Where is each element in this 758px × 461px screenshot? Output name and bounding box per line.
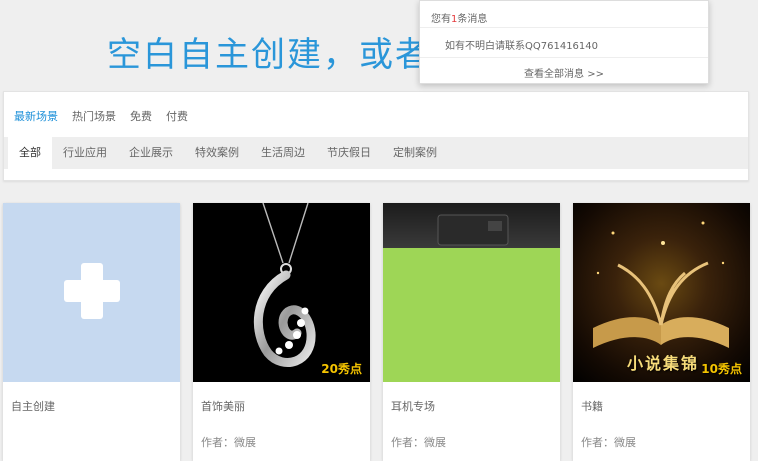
category-effects[interactable]: 特效案例 <box>184 137 250 169</box>
device-photo-strip <box>383 203 560 248</box>
notification-dropdown: 您有1条消息 如有不明白请联系QQ761416140 查看全部消息 >> <box>419 0 709 84</box>
tab-free[interactable]: 免费 <box>130 108 152 124</box>
book-title: 小说集锦 <box>627 354 700 373</box>
card-title: 书籍 <box>581 400 603 413</box>
category-tabs: 全部 行业应用 企业展示 特效案例 生活周边 节庆假日 定制案例 <box>4 137 748 169</box>
necklace-image <box>253 203 316 367</box>
category-holiday[interactable]: 节庆假日 <box>316 137 382 169</box>
price-badge: 20秀点 <box>321 362 362 376</box>
card-author: 作者：微展 <box>391 436 446 449</box>
notification-suffix: 条消息 <box>457 14 488 25</box>
card-author: 作者：微展 <box>201 436 256 449</box>
notification-item[interactable]: 如有不明白请联系QQ761416140 <box>420 27 708 58</box>
card-author: 作者：微展 <box>581 436 636 449</box>
tab-latest[interactable]: 最新场景 <box>14 108 58 124</box>
card-title: 首饰美丽 <box>201 400 245 413</box>
category-life[interactable]: 生活周边 <box>250 137 316 169</box>
card-title: 自主创建 <box>11 400 55 413</box>
category-all[interactable]: 全部 <box>8 137 52 169</box>
create-blank-card[interactable]: 自主创建 <box>3 203 180 461</box>
category-custom[interactable]: 定制案例 <box>382 137 448 169</box>
template-card-books[interactable]: 小说集锦 10秀点 书籍 作者：微展 <box>573 203 750 461</box>
card-title: 耳机专场 <box>391 400 435 413</box>
tab-popular[interactable]: 热门场景 <box>72 108 116 124</box>
filter-panel: 最新场景 热门场景 免费 付费 全部 行业应用 企业展示 特效案例 生活周边 节… <box>3 91 749 181</box>
books-thumbnail[interactable]: 小说集锦 10秀点 <box>573 203 750 382</box>
template-card-jewelry[interactable]: 20秀点 首饰美丽 作者：微展 <box>193 203 370 461</box>
primary-tabs: 最新场景 热门场景 免费 付费 <box>14 108 188 124</box>
price-badge: 10秀点 <box>701 362 742 376</box>
jewelry-thumbnail[interactable]: 20秀点 <box>193 203 370 382</box>
plus-icon-bar <box>64 280 120 302</box>
category-industry[interactable]: 行业应用 <box>52 137 118 169</box>
notification-prefix: 您有 <box>431 14 451 25</box>
category-enterprise[interactable]: 企业展示 <box>118 137 184 169</box>
device-icon <box>437 214 509 246</box>
headphones-thumbnail[interactable] <box>383 203 560 382</box>
tab-paid[interactable]: 付费 <box>166 108 188 124</box>
view-all-messages-link[interactable]: 查看全部消息 >> <box>420 65 708 80</box>
notification-header: 您有1条消息 <box>431 10 487 25</box>
notification-message: 如有不明白请联系QQ761416140 <box>445 41 599 52</box>
hero-title: 空白自主创建，或者 <box>107 35 431 75</box>
template-card-headphones[interactable]: 耳机专场 作者：微展 <box>383 203 560 461</box>
create-thumbnail[interactable] <box>3 203 180 382</box>
